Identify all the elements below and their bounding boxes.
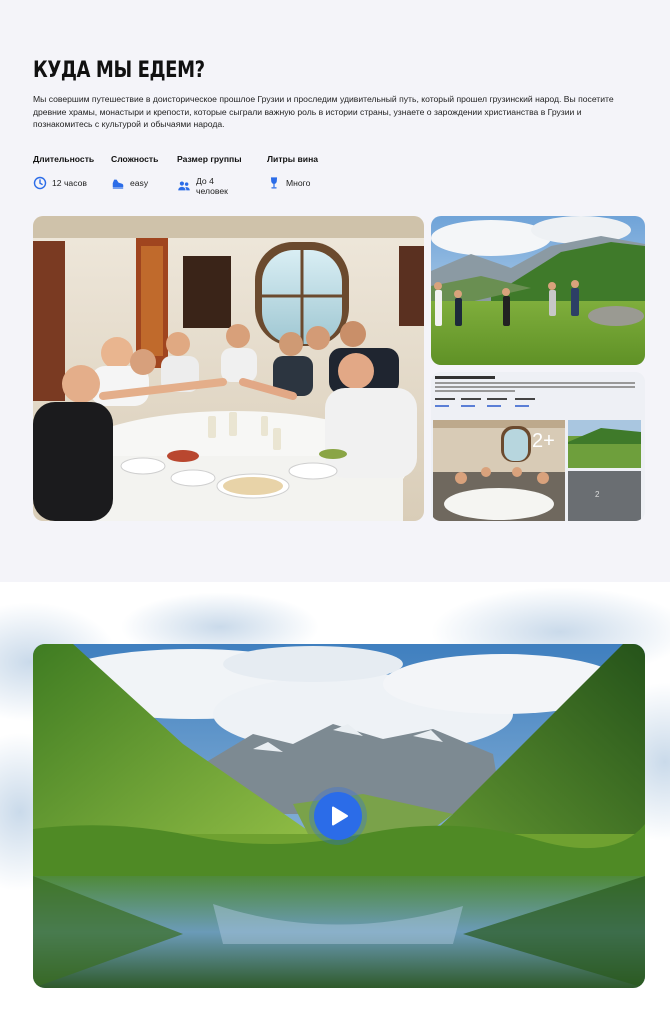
play-button[interactable] (314, 792, 362, 840)
fact-value: easy (130, 178, 149, 188)
fact-difficulty: Сложность easy (111, 154, 159, 196)
meadow-image (431, 216, 645, 365)
fact-duration: Длительность 12 часов (33, 154, 95, 196)
hiking-shoe-icon (111, 176, 125, 190)
fact-label: Литры вина (267, 154, 319, 164)
clock-icon (33, 176, 47, 190)
gallery-photo-feast[interactable] (33, 216, 424, 521)
fact-group-size: Размер группы До 4 человек (177, 154, 247, 196)
section-title: КУДА МЫ ЕДЕМ? (33, 58, 205, 83)
fact-label: Размер группы (177, 154, 242, 164)
gallery-photo-preview[interactable]: 2+ 2 (431, 372, 645, 521)
more-photos-count: 2+ (532, 430, 555, 452)
thumb-badge: 2 (595, 490, 600, 499)
fact-value: 12 часов (52, 178, 87, 188)
fact-value: До 4 человек (196, 176, 228, 196)
fact-label: Длительность (33, 154, 95, 164)
fact-label: Сложность (111, 154, 159, 164)
trip-facts: Длительность 12 часов Сложность easy Раз… (33, 154, 357, 196)
wine-glass-icon (267, 176, 281, 190)
fact-value: Много (286, 178, 311, 188)
people-icon (177, 179, 191, 193)
fact-wine: Литры вина Много (267, 154, 337, 196)
about-section: КУДА МЫ ЕДЕМ? Мы совершим путешествие в … (0, 0, 670, 582)
gallery-photo-meadow[interactable] (431, 216, 645, 365)
feast-image (33, 216, 424, 521)
section-description: Мы совершим путешествие в доисторическое… (33, 94, 614, 129)
play-icon (332, 806, 348, 826)
